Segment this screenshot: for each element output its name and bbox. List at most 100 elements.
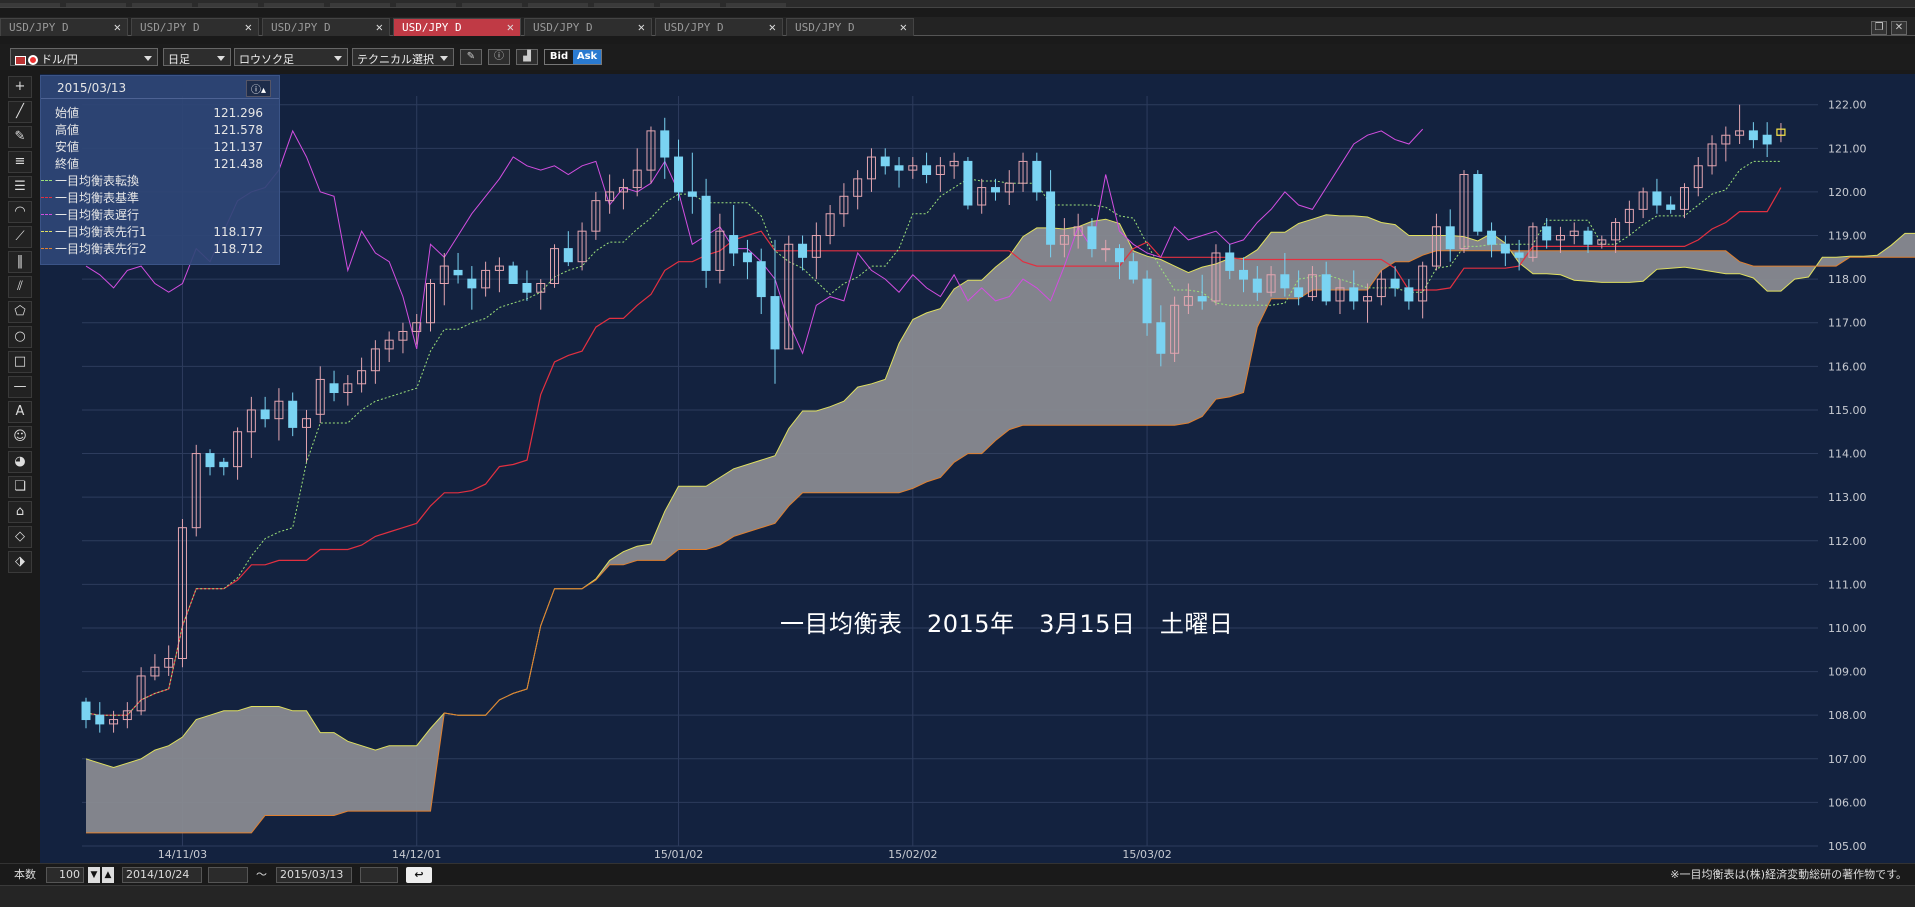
trendline-icon[interactable]: ╱ bbox=[8, 101, 32, 123]
info-icon[interactable]: ⓘ bbox=[488, 49, 510, 65]
indicator-swatch bbox=[41, 231, 52, 232]
ohlc-info-panel: 2015/03/13 ⓘ▴ 始値 121.296 高値 121.578 安値 121.13… bbox=[40, 75, 280, 265]
tab-label: USD/JPY D bbox=[271, 21, 331, 34]
candle-body bbox=[894, 165, 904, 171]
tab-1[interactable]: USD/JPY D ✕ bbox=[0, 18, 128, 36]
indicator-label: 一目均衡表基準 bbox=[55, 191, 140, 205]
draw-pen-icon[interactable]: ✎ bbox=[460, 49, 482, 65]
tab-label: USD/JPY D bbox=[795, 21, 855, 34]
tab-close-icon[interactable]: ✕ bbox=[114, 20, 121, 34]
eraser-icon[interactable]: ◇ bbox=[8, 526, 32, 548]
candle-body bbox=[1115, 248, 1124, 263]
volume-chart-icon[interactable]: ▟ bbox=[516, 49, 538, 65]
indicator-value: 118.177 bbox=[213, 225, 263, 239]
candle-body bbox=[1032, 160, 1042, 193]
crosshair-icon[interactable]: + bbox=[8, 76, 32, 98]
close-window-icon[interactable]: ✕ bbox=[1891, 21, 1907, 35]
candle-body bbox=[1542, 226, 1552, 241]
text-icon[interactable]: A bbox=[8, 401, 32, 423]
end-time-input[interactable] bbox=[360, 867, 398, 883]
candle-body bbox=[1445, 226, 1455, 250]
tab-2[interactable]: USD/JPY D ✕ bbox=[131, 18, 259, 36]
count-stepper[interactable]: ▼ bbox=[88, 867, 100, 883]
candle-body bbox=[1652, 191, 1662, 206]
candle-body bbox=[260, 409, 270, 420]
horizontal-lines-icon[interactable]: ≡ bbox=[8, 151, 32, 173]
tab-3[interactable]: USD/JPY D ✕ bbox=[262, 18, 390, 36]
reset-range-icon[interactable]: ↩ bbox=[406, 867, 432, 883]
candle-body bbox=[81, 701, 91, 721]
start-date-input[interactable]: 2014/10/24 bbox=[122, 867, 202, 883]
candle-body bbox=[205, 453, 215, 468]
count-stepper-up[interactable]: ▲ bbox=[102, 867, 114, 883]
symbol-label: ドル/円 bbox=[41, 53, 78, 66]
ask-button[interactable]: Ask bbox=[573, 50, 601, 64]
candle-body bbox=[1225, 252, 1235, 271]
timeframe-select[interactable]: 日足 bbox=[163, 48, 231, 66]
ohlc-label: 高値 bbox=[55, 123, 80, 137]
technical-select[interactable]: テクニカル選択 bbox=[352, 48, 454, 66]
pentagon-icon[interactable]: ⬠ bbox=[8, 301, 32, 323]
fib-arc-icon[interactable]: ◠ bbox=[8, 201, 32, 223]
y-tick-label: 107.00 bbox=[1828, 753, 1867, 766]
x-tick-label: 15/03/02 bbox=[1122, 848, 1171, 861]
info-panel-toggle-icon[interactable]: ⓘ▴ bbox=[245, 80, 271, 97]
tab-close-icon[interactable]: ✕ bbox=[900, 20, 907, 34]
lock-icon[interactable]: ⌂ bbox=[8, 501, 32, 523]
tab-close-icon[interactable]: ✕ bbox=[638, 20, 645, 34]
chart-type-select[interactable]: ロウソク足 bbox=[234, 48, 348, 66]
tab-7[interactable]: USD/JPY D ✕ bbox=[786, 18, 914, 36]
tab-5[interactable]: USD/JPY D ✕ bbox=[524, 18, 652, 36]
tab-bar: USD/JPY D ✕ USD/JPY D ✕ USD/JPY D ✕ USD/JPY D ✕… bbox=[0, 17, 1915, 36]
candle-body bbox=[770, 296, 780, 350]
ohlc-row: 終値 121.438 bbox=[55, 157, 271, 171]
tab-4[interactable]: USD/JPY D ✕ bbox=[393, 18, 521, 36]
candle-body bbox=[798, 243, 808, 258]
tab-label: USD/JPY D bbox=[9, 21, 69, 34]
circle-icon[interactable]: ○ bbox=[8, 326, 32, 348]
candle-body bbox=[1473, 173, 1483, 232]
end-date-input[interactable]: 2015/03/13 bbox=[276, 867, 352, 883]
copy-icon[interactable]: ❏ bbox=[8, 476, 32, 498]
copyright-note: ※一目均衡表は(株)経済変動総研の著作物です。 bbox=[1670, 868, 1907, 881]
bid-button[interactable]: Bid bbox=[545, 50, 573, 64]
tab-close-icon[interactable]: ✕ bbox=[769, 20, 776, 34]
tab-close-icon[interactable]: ✕ bbox=[376, 20, 383, 34]
ohlc-label: 始値 bbox=[55, 106, 80, 120]
candle-body bbox=[453, 269, 463, 276]
symbol-select[interactable]: ドル/円 bbox=[10, 48, 158, 66]
fib-retracement-icon[interactable]: ☰ bbox=[8, 176, 32, 198]
tab-close-icon[interactable]: ✕ bbox=[507, 20, 514, 34]
ohlc-label: 安値 bbox=[55, 140, 80, 154]
price-chart[interactable]: 122.00 121.00 120.00 119.00 118.00 117.00 116.… bbox=[40, 74, 1915, 864]
y-tick-label: 111.00 bbox=[1828, 578, 1867, 591]
y-tick-label: 114.00 bbox=[1828, 448, 1867, 461]
ohlc-row: 始値 121.296 bbox=[55, 106, 271, 120]
vertical-lines-icon[interactable]: ‖ bbox=[8, 251, 32, 273]
y-tick-label: 121.00 bbox=[1828, 142, 1867, 155]
rectangle-icon[interactable]: □ bbox=[8, 351, 32, 373]
info-date: 2015/03/13 bbox=[57, 81, 127, 95]
x-tick-label: 15/02/02 bbox=[888, 848, 937, 861]
candle-body bbox=[687, 191, 697, 197]
restore-icon[interactable]: ❐ bbox=[1871, 21, 1887, 35]
emoji-icon[interactable]: ☺ bbox=[8, 426, 32, 448]
channel-icon[interactable]: ⫽ bbox=[8, 276, 32, 298]
erase-all-icon[interactable]: ⬗ bbox=[8, 551, 32, 573]
candle-body bbox=[1197, 296, 1207, 302]
bid-ask-toggle[interactable]: Bid Ask bbox=[544, 49, 602, 65]
horizontal-line-icon[interactable]: — bbox=[8, 376, 32, 398]
tab-6[interactable]: USD/JPY D ✕ bbox=[655, 18, 783, 36]
fan-icon[interactable]: ⟋ bbox=[8, 226, 32, 248]
magnet-icon[interactable]: ◕ bbox=[8, 451, 32, 473]
count-input[interactable]: 100 bbox=[46, 867, 84, 883]
y-tick-label: 108.00 bbox=[1828, 709, 1867, 722]
start-time-input[interactable] bbox=[208, 867, 248, 883]
candle-body bbox=[990, 187, 1000, 193]
candle-body bbox=[1046, 191, 1056, 245]
tab-close-icon[interactable]: ✕ bbox=[245, 20, 252, 34]
candle-body bbox=[1748, 130, 1758, 141]
y-tick-label: 117.00 bbox=[1828, 317, 1867, 330]
ruler-icon[interactable]: ✎ bbox=[8, 126, 32, 148]
candle-body bbox=[922, 165, 932, 175]
